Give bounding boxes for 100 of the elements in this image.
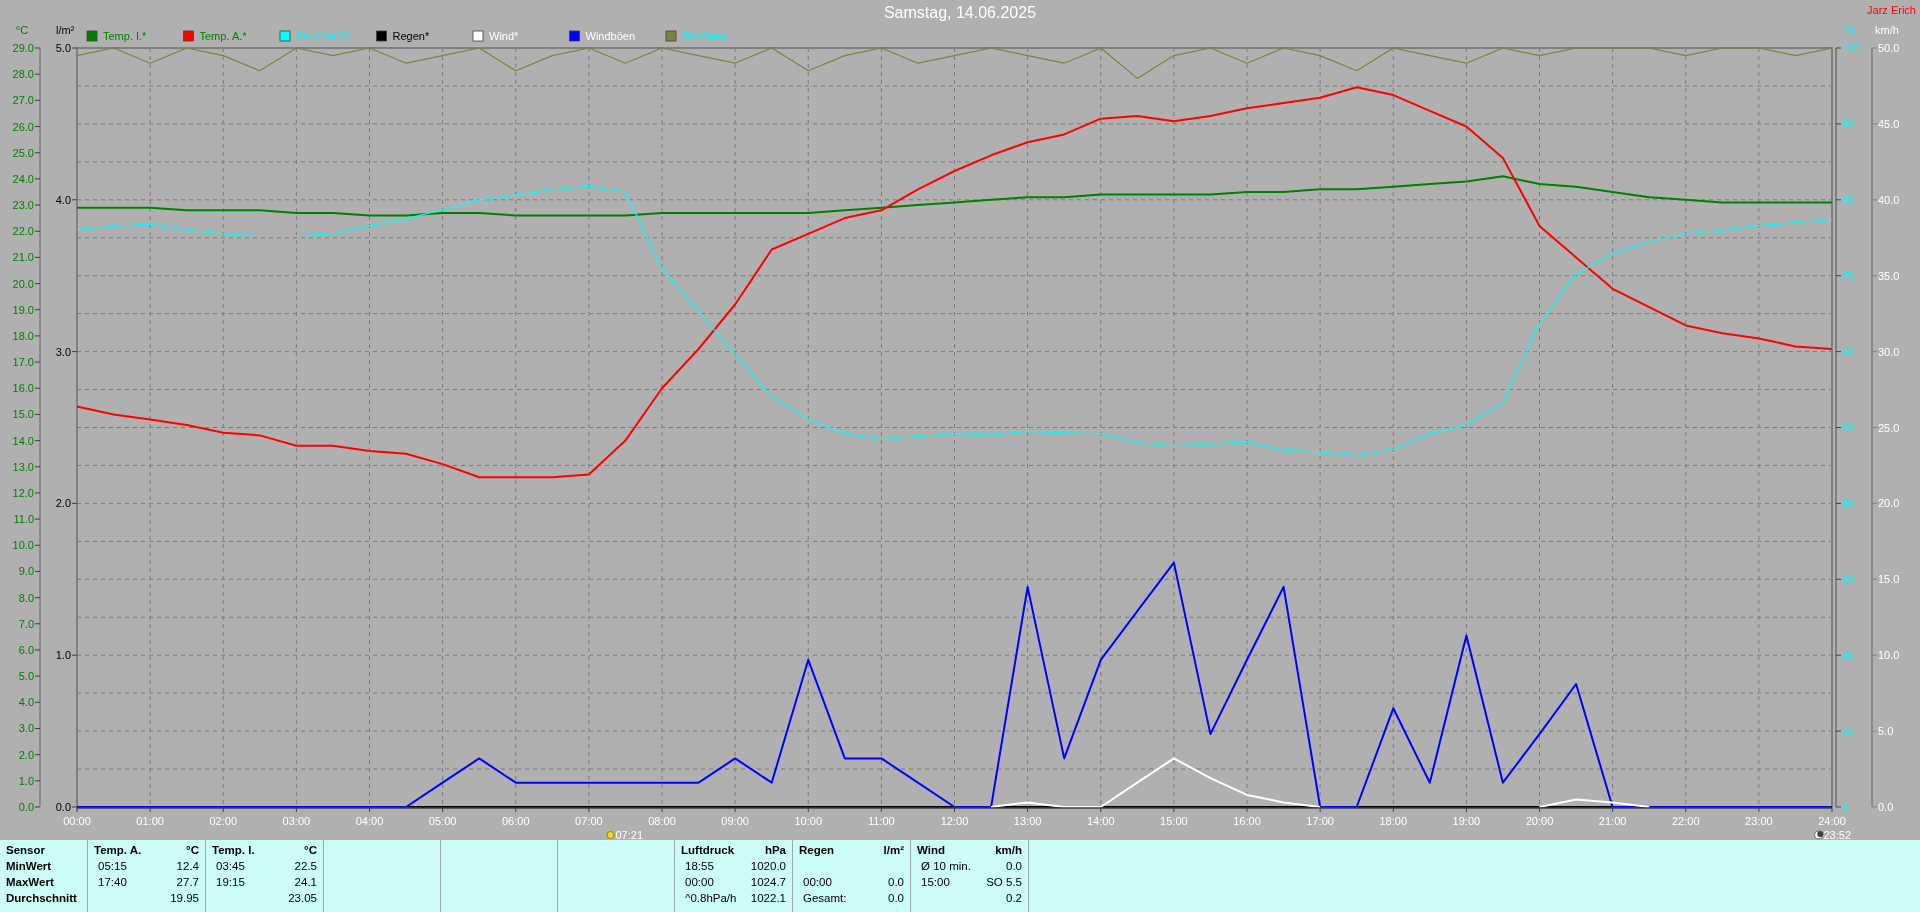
x-tick-label: 20:00: [1525, 815, 1554, 827]
legend-label: Empfang: [682, 30, 727, 42]
axis-tick-label: 21.0: [12, 251, 34, 264]
axis-unit-label: km/h: [1875, 26, 1899, 36]
axis-tick-label: 90: [1842, 117, 1855, 130]
axis-tick-label: 30: [1842, 573, 1855, 586]
row-label: Sensor: [6, 844, 45, 856]
axis-tick-label: 11.0: [13, 513, 34, 526]
table-cell: 1022.1: [750, 892, 786, 904]
owner-name: Jarz Erich: [1867, 3, 1917, 16]
axis-tick-label: 30.0: [1878, 345, 1900, 358]
x-tick-label: 18:00: [1379, 815, 1407, 827]
axis-tick-label: 80: [1842, 193, 1855, 206]
table-cell-text: Gesamt:: [802, 892, 847, 904]
axis-tick-label: 12.0: [12, 486, 34, 499]
axis-tick-label: 14.0: [12, 434, 34, 447]
x-tick-label: 00:00: [63, 815, 91, 827]
axis-tick-label: 18.0: [12, 329, 34, 342]
table-cell: SO 5.5: [986, 876, 1022, 888]
axis-tick-label: 9.0: [18, 565, 34, 578]
axis-tick-label: 19.0: [12, 303, 34, 316]
x-tick-label: 23:00: [1745, 815, 1773, 827]
axis-tick-label: 5.0: [55, 42, 71, 54]
column-header: Regen: [799, 844, 835, 856]
table-cell: 27.7: [176, 876, 199, 888]
axis-tick-label: 100: [1842, 42, 1861, 54]
x-tick-label: 02:00: [209, 815, 237, 827]
axis-tick-label: 1.0: [55, 649, 71, 662]
x-tick-label: 05:00: [428, 815, 457, 827]
column-header: Temp. I.: [212, 844, 255, 856]
axis-tick-label: 26.0: [12, 120, 34, 133]
legend-label: Temp. A.*: [199, 30, 247, 42]
x-tick-label: 01:00: [136, 815, 164, 827]
axis-tick-label: 28.0: [12, 68, 34, 81]
table-cell: 0.0: [1006, 860, 1022, 872]
table-cell: 1020.0: [750, 860, 786, 872]
table-cell-text: 00:00: [684, 876, 714, 888]
table-cell-text: Ø 10 min.: [920, 860, 971, 872]
table-cell: 23.05: [288, 892, 317, 904]
axis-tick-label: 15.0: [12, 408, 34, 421]
axis-tick-label: 5.0: [1878, 725, 1894, 738]
column-header: Luftdruck: [681, 844, 735, 856]
axis-tick-label: 0.0: [1878, 801, 1894, 813]
legend-label: Wind*: [489, 30, 519, 42]
table-cell-text: 00:00: [802, 876, 832, 888]
column-header: Wind: [917, 844, 945, 856]
axis-tick-label: 0: [1842, 801, 1849, 813]
table-cell: 0.0: [888, 876, 904, 888]
axis-tick-label: 22.0: [12, 225, 34, 238]
annotation-label: 07:21: [615, 829, 643, 840]
axis-tick-label: 25.0: [12, 146, 34, 159]
axis-tick-label: 0.0: [55, 801, 71, 813]
table-cell-text: 15:00: [920, 876, 950, 888]
axis-tick-label: 4.0: [55, 193, 71, 206]
axis-tick-label: 25.0: [1878, 421, 1900, 434]
x-tick-label: 15:00: [1160, 815, 1188, 827]
axis-tick-label: 4.0: [18, 696, 34, 709]
annotation-label: 23:52: [1823, 829, 1852, 840]
table-cell: 22.5: [294, 860, 317, 872]
axis-unit-label: %: [1846, 26, 1856, 36]
row-label: MinWert: [6, 860, 52, 872]
table-cell-text: 03:45: [215, 860, 245, 872]
column-header: Temp. A.: [94, 844, 142, 856]
axis-tick-label: 40.0: [1878, 193, 1900, 206]
sun-icon: [606, 831, 615, 839]
x-tick-label: 08:00: [648, 815, 676, 827]
axis-tick-label: 6.0: [18, 643, 34, 656]
axis-tick-label: 50: [1842, 421, 1855, 434]
axis-unit-label: l/m²: [56, 26, 75, 36]
x-tick-label: 09:00: [721, 815, 749, 827]
table-cell: 0.0: [888, 892, 904, 904]
axis-tick-label: 3.0: [55, 345, 71, 358]
table-cell-text: 19:15: [215, 876, 245, 888]
axis-tick-label: 2.0: [55, 497, 71, 510]
axis-tick-label: 50.0: [1878, 42, 1900, 54]
axis-tick-label: 17.0: [12, 356, 34, 369]
x-tick-label: 22:00: [1672, 815, 1700, 827]
x-tick-label: 12:00: [940, 815, 969, 827]
x-tick-label: 13:00: [1013, 815, 1042, 827]
x-tick-label: 04:00: [355, 815, 384, 827]
x-tick-label: 16:00: [1233, 815, 1261, 827]
axis-tick-label: 20.0: [12, 277, 34, 290]
axis-tick-label: 10.0: [12, 539, 34, 552]
x-tick-label: 06:00: [502, 815, 530, 827]
x-tick-label: 10:00: [794, 815, 822, 827]
table-cell: 1024.7: [750, 876, 786, 888]
axis-tick-label: 20: [1842, 649, 1855, 662]
axis-tick-label: 35.0: [1878, 269, 1900, 282]
row-label: Durchschnitt: [6, 892, 77, 904]
x-tick-label: 11:00: [868, 815, 895, 827]
axis-tick-label: 10: [1842, 725, 1855, 738]
axis-tick-label: 40: [1842, 497, 1855, 510]
table-cell: 12.4: [176, 860, 199, 872]
axis-tick-label: 1.0: [18, 774, 34, 787]
axis-tick-label: 23.0: [12, 199, 34, 212]
axis-tick-label: 3.0: [18, 722, 34, 735]
axis-tick-label: 0.0: [18, 801, 34, 813]
x-tick-label: 24:00: [1818, 815, 1846, 827]
unit-header: hPa: [764, 844, 786, 856]
table-cell-text: 17:40: [97, 876, 127, 888]
